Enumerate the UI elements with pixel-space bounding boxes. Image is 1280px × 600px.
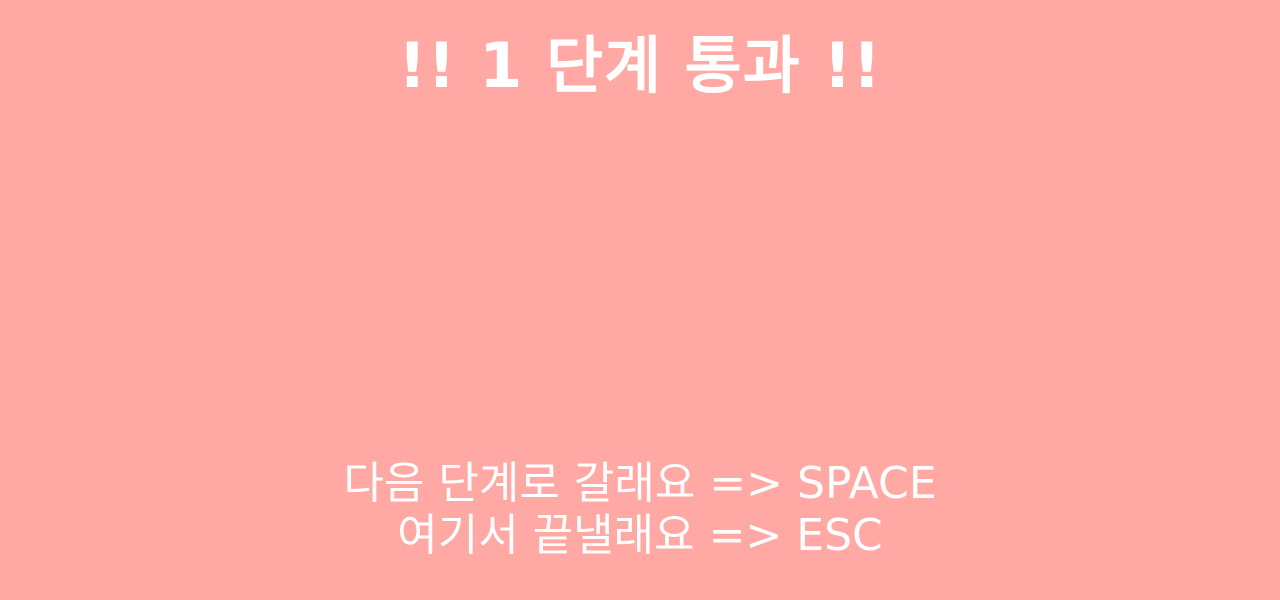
key-instructions: 다음 단계로 갈래요 => SPACE 여기서 끝낼래요 => ESC [0,458,1280,562]
stage-clear-title: !! 1 단계 통과 !! [398,29,882,102]
quit-instruction: 여기서 끝낼래요 => ESC [397,510,883,561]
next-stage-instruction: 다음 단계로 갈래요 => SPACE [343,458,937,509]
game-screen: { "title": "!! 1 단계 통과 !!", "instruction… [0,0,1280,600]
